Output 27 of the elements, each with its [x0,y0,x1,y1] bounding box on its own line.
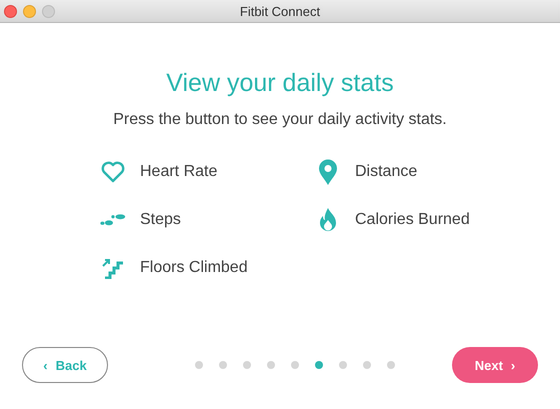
stat-label: Heart Rate [140,163,218,181]
minimize-button[interactable] [23,4,36,18]
zoom-button[interactable] [42,4,55,18]
close-button[interactable] [4,4,17,18]
stat-label: Floors Climbed [140,259,248,277]
next-button[interactable]: Next › [452,347,538,383]
back-button[interactable]: ‹ Back [22,347,108,383]
page-dot[interactable] [291,361,299,369]
page-dot[interactable] [315,361,323,369]
window-title: Fitbit Connect [240,4,320,18]
flame-icon [318,207,338,233]
stat-label: Calories Burned [355,211,470,229]
stairs-icon [102,257,124,279]
stat-label: Distance [355,163,418,181]
page-dot[interactable] [339,361,347,369]
stat-label: Steps [140,211,181,229]
location-pin-icon [318,159,338,185]
page-heading: View your daily stats [166,69,394,98]
page-dot[interactable] [363,361,371,369]
page-dot[interactable] [267,361,275,369]
page-subtitle: Press the button to see your daily activity stats. [113,111,447,129]
page-dot[interactable] [387,361,395,369]
page-dot[interactable] [195,361,203,369]
footprints-icon [100,212,126,228]
page-dot[interactable] [243,361,251,369]
page-dot[interactable] [219,361,227,369]
heart-icon [101,161,125,183]
